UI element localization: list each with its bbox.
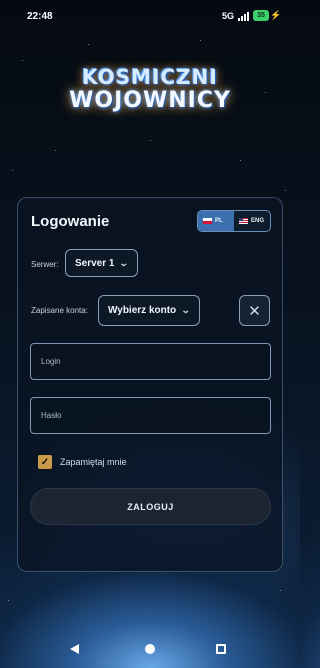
password-input[interactable]: [31, 398, 270, 433]
status-bar: 22:48 5G 35 ⚡: [0, 0, 300, 30]
poland-flag-icon: [203, 218, 212, 224]
saved-accounts-label: Zapisane konta:: [31, 306, 88, 315]
checkmark-icon: ✓: [40, 456, 50, 468]
remember-me-row[interactable]: ✓ Zapamiętaj mnie: [38, 455, 127, 469]
card-title: Logowanie: [31, 213, 110, 230]
language-option-pl[interactable]: PL: [198, 211, 234, 231]
login-field-wrapper: [30, 343, 271, 380]
logo-line-2: WOJOWNICY: [69, 88, 231, 113]
game-logo: KOSMICZNI WOJOWNICY: [40, 66, 260, 120]
clock: 22:48: [27, 11, 53, 22]
language-switch: PL ENG: [197, 210, 271, 232]
login-card: Logowanie PL ENG Serwer: Server 1 ⌄ Zapi…: [17, 197, 283, 572]
charging-icon: ⚡: [270, 10, 282, 20]
back-icon[interactable]: [70, 644, 79, 654]
saved-accounts-select-value: Wybierz konto: [108, 305, 177, 316]
clear-account-button[interactable]: ✕: [239, 295, 270, 326]
language-option-eng[interactable]: ENG: [234, 211, 270, 231]
system-nav-bar: [0, 636, 300, 668]
recent-apps-icon[interactable]: [216, 644, 226, 654]
close-icon: ✕: [248, 302, 261, 320]
language-code-eng: ENG: [251, 218, 265, 224]
remember-me-label: Zapamiętaj mnie: [60, 457, 127, 467]
signal-icon: [238, 12, 250, 21]
chevron-down-icon: ⌄: [181, 305, 191, 315]
language-code-pl: PL: [215, 218, 223, 224]
saved-accounts-select[interactable]: Wybierz konto ⌄: [98, 295, 200, 326]
password-field-wrapper: [30, 397, 271, 434]
network-type: 5G: [222, 11, 235, 21]
server-label: Serwer:: [31, 260, 59, 269]
chevron-down-icon: ⌄: [119, 257, 130, 268]
remember-me-checkbox[interactable]: ✓: [38, 455, 52, 469]
login-button[interactable]: ZALOGUJ: [30, 488, 271, 525]
logo-line-1: KOSMICZNI: [82, 65, 218, 89]
home-icon[interactable]: [145, 644, 155, 654]
us-flag-icon: [239, 218, 248, 224]
server-select[interactable]: Server 1 ⌄: [65, 249, 139, 277]
login-input[interactable]: [31, 344, 270, 379]
battery-icon: 35: [253, 10, 269, 21]
server-select-value: Server 1: [75, 257, 115, 269]
